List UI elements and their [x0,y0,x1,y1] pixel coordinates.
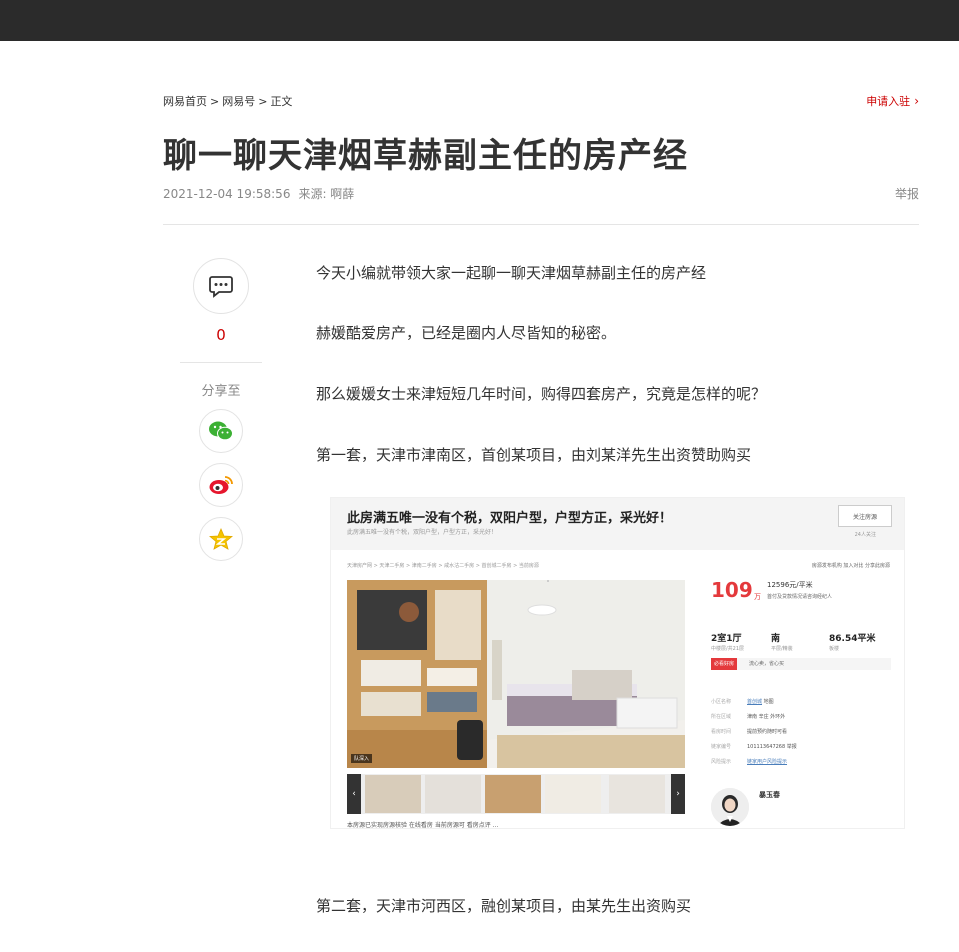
listing-footer-text: 本房源已实现房源核验 在线看房 当前房源可 看房点评 ... [347,822,499,829]
listing-headline: 此房满五唯一没有个税，双阳户型，户型方正，采光好！ [347,511,673,526]
bedroom-photo [347,580,685,768]
info-row: 链家编号 101113647268 举报 [711,744,797,750]
must-see-tag: 必看好房 [711,658,738,670]
publish-datetime: 2021-12-04 19:58:56 [163,187,291,201]
listing-subline: 此房满五唯一没有个税，双阳户型，户型方正，采光好！ [347,529,498,536]
article-paragraph: 赫媛酷爱房产，已经是圈内人尽皆知的秘密。 [316,324,617,342]
unit-price: 12596元/平米 [767,581,813,589]
agent-name: 暴玉春 [759,791,780,799]
chevron-right-icon: › [914,94,919,108]
comment-count[interactable]: 0 [180,326,262,344]
price-unit: 万 [754,593,761,601]
comment-icon [209,276,233,298]
info-row: 小区名称 首创城 地图 [711,699,774,705]
article-sidebar: 0 分享至 [180,258,262,571]
breadcrumb: 网易首页 > 网易号 > 正文 [163,95,293,108]
spec-layout: 2室1厅 [711,634,742,644]
chevron-right-icon: › [671,774,685,814]
breadcrumb-current: 正文 [270,95,293,108]
report-link[interactable]: 举报 [895,185,919,202]
spec-orientation: 南 [771,634,781,644]
divider [163,224,919,225]
thumbnail [425,775,481,813]
agent-avatar [711,788,749,826]
thumbnail [485,775,541,813]
article-title: 聊一聊天津烟草赫副主任的房产经 [163,136,688,176]
share-weibo-button[interactable] [199,463,243,507]
vr-badge: 队深入 [351,754,373,763]
article-paragraph: 第一套，天津市津南区，首创某项目，由刘某洋先生出资赞助购买 [316,446,752,464]
share-label: 分享至 [201,384,241,399]
info-row: 看房时间 提前预约随时可看 [711,729,788,735]
listing-screenshot-image: 此房满五唯一没有个税，双阳户型，户型方正，采光好！ 此房满五唯一没有个税，双阳户… [330,497,905,829]
info-row: 风险提示 链家用户风险提示 [711,759,788,765]
article-paragraph: 今天小编就带领大家一起聊一聊天津烟草赫副主任的房产经 [316,264,707,282]
sidebar-divider [180,362,262,363]
article-meta: 2021-12-04 19:58:56 来源: 啊薛 [163,185,354,202]
tag-text: 流心卖，省心买 [749,661,785,667]
tag-bar [711,658,891,670]
spec-area-sub: 板楼 [829,646,840,652]
unit-price-note: 首付及贷款情况请咨询经纪人 [767,594,833,600]
listing-price: 109 [711,578,753,602]
top-navigation-bar [0,0,959,41]
weibo-icon [209,476,233,494]
article-paragraph: 第二套，天津市河西区，融创某项目，由某先生出资购买 [316,897,692,915]
qzone-icon [209,528,233,550]
article-source[interactable]: 来源: 啊薛 [298,187,354,201]
listing-breadcrumb: 天津房产网 > 天津二手房 > 津南二手房 > 咸水沽二手房 > 首创城二手房 … [347,563,539,569]
breadcrumb-home-link[interactable]: 网易首页 [163,95,207,108]
listing-tools: 房源发布机构 加入对比 分享此房源 [811,563,890,569]
follow-listing-button: 关注房源 [838,505,892,527]
spec-area: 86.54平米 [829,634,876,644]
wechat-icon [209,421,233,441]
spec-layout-sub: 中楼层/共21层 [711,646,745,652]
article-paragraph: 那么媛媛女士来津短短几年时间，购得四套房产，究竟是怎样的呢？ [316,385,767,403]
thumbnail [545,775,601,813]
breadcrumb-netease-hao-link[interactable]: 网易号 [222,95,255,108]
spec-orientation-sub: 平层/精装 [771,646,793,652]
photo-thumbnails: ‹ › [347,774,685,814]
share-wechat-button[interactable] [199,409,243,453]
followers-count: 24人关注 [854,532,876,538]
comment-button[interactable] [193,258,249,314]
thumbnail [609,775,665,813]
chevron-left-icon: ‹ [347,774,361,814]
share-qzone-button[interactable] [199,517,243,561]
apply-join-link[interactable]: 申请入驻 › [866,93,919,109]
info-row: 所在区域 津南 辛庄 外环外 [711,714,786,720]
thumbnail [365,775,421,813]
listing-header: 此房满五唯一没有个税，双阳户型，户型方正，采光好！ 此房满五唯一没有个税，双阳户… [331,498,904,550]
